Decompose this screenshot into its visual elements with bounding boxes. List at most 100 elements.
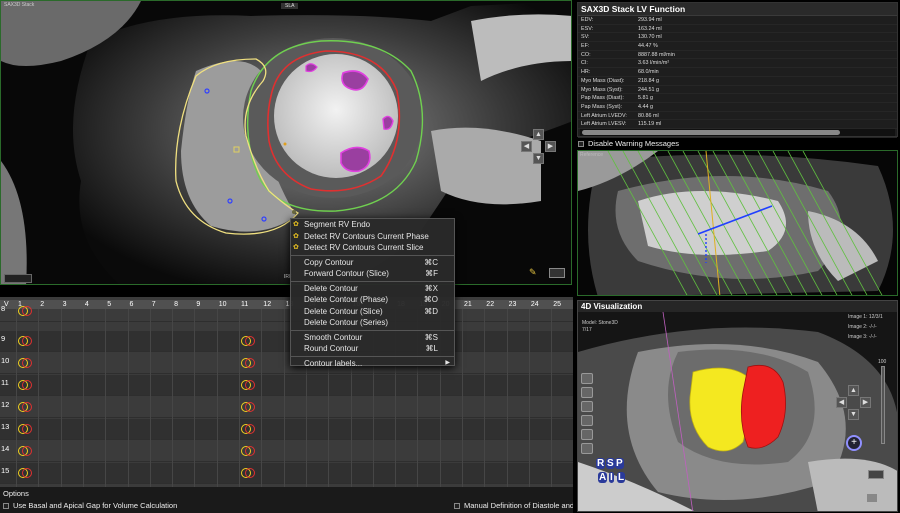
visualization-tool-4[interactable] (581, 415, 593, 426)
contour-marker-icon[interactable] (22, 358, 32, 368)
reference-viewport[interactable]: Reference (577, 150, 898, 296)
contour-marker-icon[interactable] (245, 402, 255, 412)
grid-column-divider (38, 309, 40, 487)
gap-volume-checkbox-row[interactable]: Use Basal and Apical Gap for Volume Calc… (3, 501, 177, 510)
contour-marker-icon[interactable] (22, 306, 32, 316)
menu-item-delete-contour-phase[interactable]: Delete Contour (Phase) ⌘O (291, 294, 454, 306)
visualization-4d-panel[interactable]: 4D Visualization Model: Stone3D 7/17 Ima… (577, 300, 898, 512)
gap-volume-checkbox[interactable] (3, 503, 9, 510)
viewport-scrollbar[interactable] (4, 274, 32, 283)
contour-marker-icon[interactable] (22, 380, 32, 390)
rotate-right-icon[interactable]: ▶ (860, 397, 871, 408)
cardiac-sax-image[interactable] (1, 1, 572, 285)
grid-row[interactable]: 14 (0, 441, 573, 462)
contour-marker-icon[interactable] (22, 424, 32, 434)
lv-function-results-panel: SAX3D Stack LV Function EDV: 293.94 ml ESV… (577, 2, 898, 138)
move-crosshair-icon[interactable]: + (846, 435, 862, 451)
pencil-icon[interactable]: ✎ (529, 267, 537, 278)
contour-context-menu[interactable]: ✿ Segment RV Endo ✿ Detect RV Contours Cur… (290, 218, 455, 368)
reference-long-axis-image[interactable] (578, 151, 898, 296)
slice-number: 11 (1, 378, 9, 387)
contour-marker-icon[interactable] (22, 468, 32, 478)
rotate-up-icon[interactable]: ▲ (848, 385, 859, 396)
menu-separator (291, 355, 454, 357)
layout-icon[interactable] (868, 470, 884, 479)
pan-right-icon[interactable]: ▶ (545, 141, 556, 152)
manual-diastole-checkbox[interactable] (454, 503, 460, 510)
menu-item-copy-contour[interactable]: Copy Contour ⌘C (291, 257, 454, 269)
grid-column-divider (149, 309, 151, 487)
rotate-down-icon[interactable]: ▼ (848, 409, 859, 420)
orientation-anterior-icon[interactable]: A (598, 472, 608, 483)
orientation-posterior-icon[interactable]: P (615, 458, 624, 469)
grid-row[interactable]: 8 (0, 301, 573, 322)
menu-item-round-contour[interactable]: Round Contour ⌘L (291, 343, 454, 355)
disable-warnings-checkbox-row[interactable]: Disable Warning Messages (577, 139, 898, 149)
menu-item-contour-labels[interactable]: Contour labels... ▶ (291, 358, 454, 370)
orientation-inferior-icon[interactable]: I (609, 472, 614, 483)
orientation-right-icon[interactable]: R (596, 458, 606, 469)
grid-row[interactable]: 15 (0, 463, 573, 484)
menu-item-segment-rv-endo[interactable]: ✿ Segment RV Endo (291, 219, 454, 231)
grid-row[interactable]: 9 (0, 331, 573, 352)
result-value: 8887.88 ml/min (638, 51, 675, 58)
contour-marker-icon[interactable] (245, 336, 255, 346)
results-scrollbar[interactable] (580, 129, 895, 136)
menu-item-detect-rv-phase[interactable]: ✿ Detect RV Contours Current Phase (291, 231, 454, 243)
result-value: 218.84 g (638, 77, 659, 84)
contour-icon: ✿ (293, 221, 299, 228)
results-list: EDV: 293.94 ml ESV: 163.24 ml SV: 130.70 ml EF… (578, 16, 897, 138)
grid-row[interactable]: 12 (0, 397, 573, 418)
pan-left-icon[interactable]: ◀ (521, 141, 532, 152)
disable-warnings-checkbox[interactable] (578, 141, 584, 148)
result-label: Myo Mass (Syst): (581, 86, 623, 93)
visualization-tool-6[interactable] (581, 443, 593, 454)
grid-column-divider (194, 309, 196, 487)
result-label: Left Atrium LVEDV: (581, 112, 627, 119)
main-image-viewport[interactable]: SAX3D Stack SLA ▲ ◀ ▶ ▼ IRF ✎ (0, 0, 572, 285)
visualization-tool-5[interactable] (581, 429, 593, 440)
pan-navigator-control[interactable]: ▲ ◀ ▶ ▼ (521, 129, 557, 165)
visualization-tool-2[interactable] (581, 387, 593, 398)
menu-item-detect-rv-slice[interactable]: ✿ Detect RV Contours Current Slice (291, 242, 454, 254)
scrollbar-thumb[interactable] (582, 130, 840, 135)
contour-marker-icon[interactable] (22, 402, 32, 412)
menu-item-smooth-contour[interactable]: Smooth Contour ⌘S (291, 332, 454, 344)
visualization-tool-1[interactable] (581, 373, 593, 384)
grid-row[interactable]: 10 (0, 353, 573, 374)
contour-marker-icon[interactable] (245, 446, 255, 456)
result-value: 44.47 % (638, 43, 658, 50)
result-row: CO: 8887.88 ml/min (578, 51, 897, 60)
phase-slice-grid[interactable]: V 12345678910111213141516171819202122232… (0, 297, 573, 487)
contour-marker-icon[interactable] (245, 424, 255, 434)
menu-item-delete-contour[interactable]: Delete Contour ⌘X (291, 283, 454, 295)
contour-marker-icon[interactable] (245, 358, 255, 368)
menu-item-delete-contour-slice[interactable]: Delete Contour (Slice) ⌘D (291, 306, 454, 318)
pan-up-icon[interactable]: ▲ (533, 129, 544, 140)
snapshot-icon[interactable] (866, 493, 878, 503)
rotate-navigator-control[interactable]: ▲ ◀ ▶ ▼ (836, 385, 872, 421)
visualization-tool-3[interactable] (581, 401, 593, 412)
contour-marker-icon[interactable] (245, 468, 255, 478)
contour-icon: ✿ (293, 232, 299, 240)
grid-column-divider (82, 309, 84, 487)
result-row: Myo Mass (Syst): 244.51 g (578, 86, 897, 95)
result-label: CO: (581, 51, 591, 58)
contour-marker-icon[interactable] (245, 380, 255, 390)
grid-row[interactable]: 11 (0, 375, 573, 396)
menu-item-delete-contour-series[interactable]: Delete Contour (Series) (291, 317, 454, 329)
orientation-superior-icon[interactable]: S (606, 458, 615, 469)
result-value: 163.24 ml (638, 25, 662, 32)
manual-diastole-checkbox-row[interactable]: Manual Definition of Diastole and Systol… (454, 501, 573, 510)
result-row: Left Atrium LVEDV: 80.86 ml (578, 112, 897, 121)
menu-item-forward-contour[interactable]: Forward Contour (Slice) ⌘F (291, 268, 454, 280)
layout-icon[interactable] (549, 268, 565, 278)
contour-marker-icon[interactable] (22, 446, 32, 456)
results-title: SAX3D Stack LV Function (578, 3, 897, 16)
grid-row[interactable]: 13 (0, 419, 573, 440)
pan-down-icon[interactable]: ▼ (533, 153, 544, 164)
rotate-left-icon[interactable]: ◀ (836, 397, 847, 408)
orientation-left-icon[interactable]: L (617, 472, 626, 483)
contour-marker-icon[interactable] (22, 336, 32, 346)
zoom-slider[interactable] (881, 366, 885, 444)
